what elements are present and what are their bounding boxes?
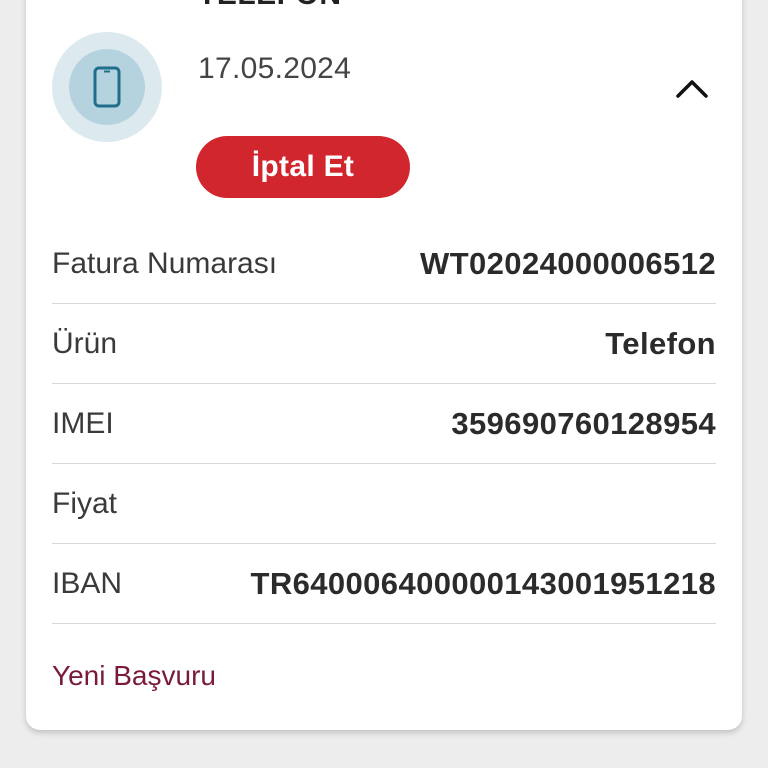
avatar-inner [69,49,145,125]
detail-value: Telefon [605,325,716,361]
detail-value: WT02024000006512 [420,245,716,281]
detail-value: 359690760128954 [451,405,716,441]
detail-row-invoice-number: Fatura Numarası WT02024000006512 [52,224,716,304]
detail-value: TR640006400000143001951218 [250,565,716,601]
order-card: TELEFON 17.05.2024 İptal Et Fatura Numar… [26,0,742,730]
detail-list: Fatura Numarası WT02024000006512 Ürün Te… [52,224,716,624]
cancel-button[interactable]: İptal Et [196,136,410,198]
detail-row-product: Ürün Telefon [52,304,716,384]
detail-label: IMEI [52,406,114,440]
detail-row-imei: IMEI 359690760128954 [52,384,716,464]
mobile-phone-icon [93,66,121,108]
detail-label: Fatura Numarası [52,246,278,280]
card-title: TELEFON [198,0,342,12]
detail-label: Fiyat [52,486,118,520]
order-date: 17.05.2024 [198,52,352,85]
product-avatar [52,32,162,142]
detail-label: Ürün [52,326,118,360]
detail-row-price: Fiyat [52,464,716,544]
collapse-toggle[interactable] [666,70,718,106]
detail-row-iban: IBAN TR640006400000143001951218 [52,544,716,624]
chevron-up-icon [676,80,708,98]
detail-label: IBAN [52,566,123,600]
new-application-link[interactable]: Yeni Başvuru [52,660,216,692]
